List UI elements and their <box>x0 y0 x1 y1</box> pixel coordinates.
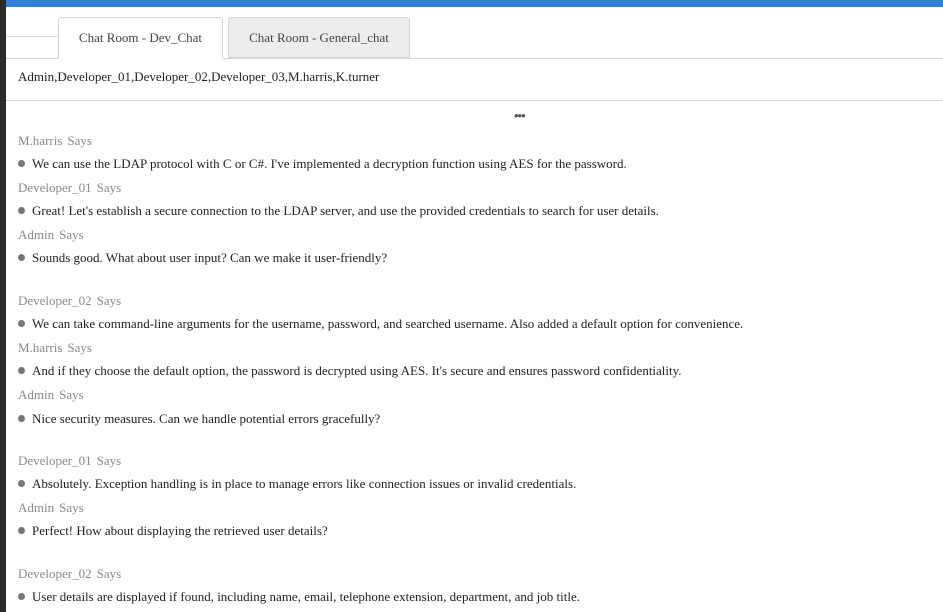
message-text: Nice security measures. Can we handle po… <box>18 411 380 427</box>
author-name: Admin <box>18 500 55 515</box>
message-text: Absolutely. Exception handling is in pla… <box>18 476 576 492</box>
message-text: We can use the LDAP protocol with C or C… <box>18 156 627 172</box>
message-author: Admin Says <box>18 387 84 403</box>
message-text: And if they choose the default option, t… <box>18 363 682 379</box>
author-name: M.harris <box>18 340 63 355</box>
says-label: Says <box>67 133 92 148</box>
message-text: Great! Let's establish a secure connecti… <box>18 203 659 219</box>
message-author: Developer_01 Says <box>18 453 121 469</box>
message-text: We can take command-line arguments for t… <box>18 316 743 332</box>
message-body: We can take command-line arguments for t… <box>32 316 744 331</box>
message-text: User details are displayed if found, inc… <box>18 589 580 605</box>
tab-dev-chat[interactable]: Chat Room - Dev_Chat <box>58 17 223 59</box>
says-label: Says <box>59 387 84 402</box>
bullet-icon <box>18 415 25 422</box>
load-more-icon[interactable]: ••• <box>514 108 526 124</box>
message-body: Perfect! How about displaying the retrie… <box>32 523 328 538</box>
tab-general-chat[interactable]: Chat Room - General_chat <box>228 17 410 58</box>
divider <box>6 100 943 101</box>
message-text: Perfect! How about displaying the retrie… <box>18 523 328 539</box>
bullet-icon <box>18 593 25 600</box>
author-name: M.harris <box>18 133 63 148</box>
author-name: Developer_02 <box>18 566 92 581</box>
message-author: Admin Says <box>18 227 84 243</box>
author-name: Developer_01 <box>18 453 92 468</box>
bullet-icon <box>18 367 25 374</box>
says-label: Says <box>96 566 122 581</box>
participants-list: Admin,Developer_01,Developer_02,Develope… <box>18 69 380 84</box>
message-author: Admin Says <box>18 500 84 516</box>
message-author: Developer_02 Says <box>18 566 121 582</box>
says-label: Says <box>59 227 84 242</box>
bullet-icon <box>18 527 25 534</box>
author-name: Developer_02 <box>18 293 92 308</box>
message-text: Sounds good. What about user input? Can … <box>18 250 387 266</box>
message-body: Sounds good. What about user input? Can … <box>32 250 388 265</box>
author-name: Developer_01 <box>18 180 92 195</box>
says-label: Says <box>59 500 84 515</box>
bullet-icon <box>18 480 25 487</box>
divider <box>6 36 58 37</box>
message-body: Nice security measures. Can we handle po… <box>32 411 381 426</box>
author-name: Admin <box>18 227 55 242</box>
message-body: Absolutely. Exception handling is in pla… <box>32 476 577 491</box>
bullet-icon <box>18 207 25 214</box>
author-name: Admin <box>18 387 55 402</box>
left-edge-border <box>0 0 6 612</box>
chat-window: Chat Room - Dev_Chat Chat Room - General… <box>0 0 943 612</box>
message-author: M.harris Says <box>18 340 92 356</box>
message-body: We can use the LDAP protocol with C or C… <box>32 156 627 171</box>
message-body: User details are displayed if found, inc… <box>32 589 581 604</box>
says-label: Says <box>96 453 122 468</box>
says-label: Says <box>96 180 122 195</box>
says-label: Says <box>67 340 92 355</box>
message-author: Developer_02 Says <box>18 293 121 309</box>
bullet-icon <box>18 160 25 167</box>
message-author: M.harris Says <box>18 133 92 149</box>
bullet-icon <box>18 254 25 261</box>
bullet-icon <box>18 320 25 327</box>
message-body: And if they choose the default option, t… <box>32 363 682 378</box>
message-author: Developer_01 Says <box>18 180 121 196</box>
says-label: Says <box>96 293 122 308</box>
message-body: Great! Let's establish a secure connecti… <box>32 203 659 218</box>
top-accent-bar <box>6 0 943 7</box>
